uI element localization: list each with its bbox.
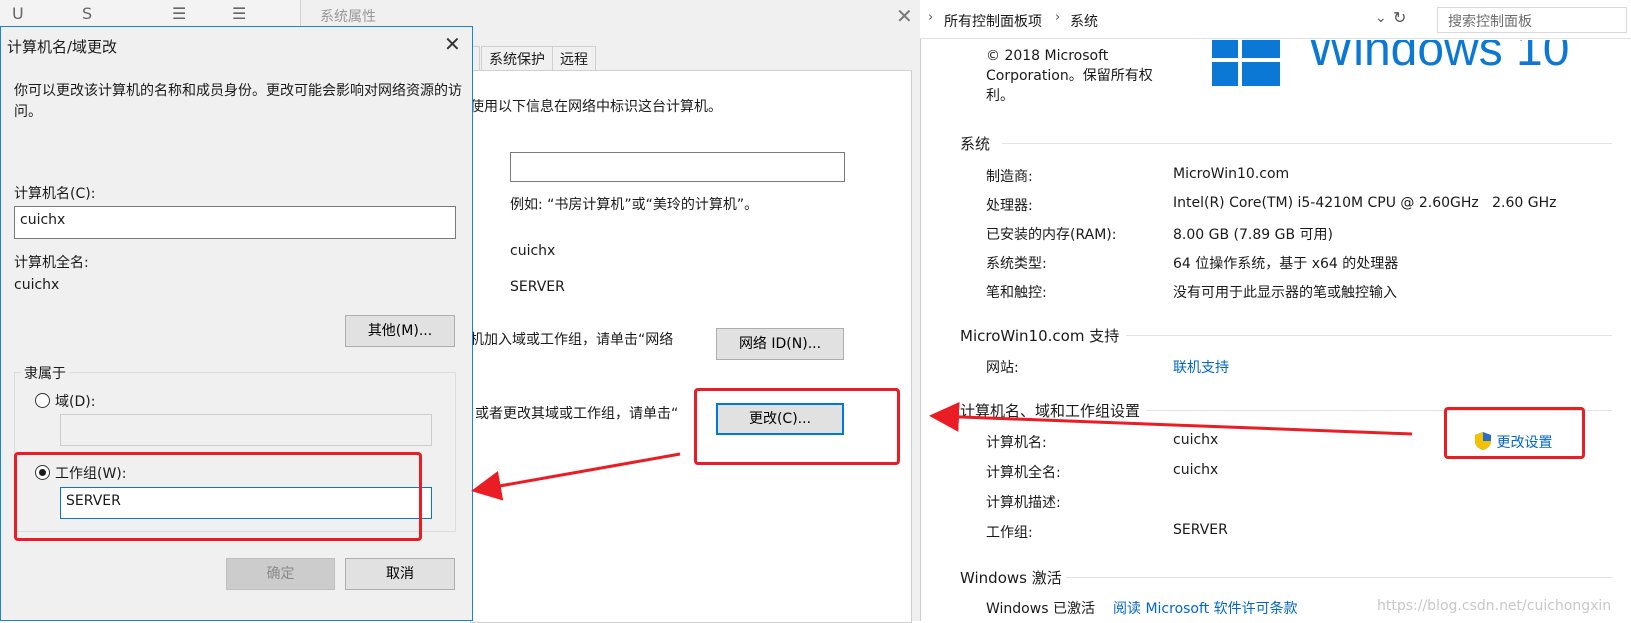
annotation-arrows bbox=[471, 401, 1413, 501]
arrow-to-change-button bbox=[929, 401, 1413, 436]
arrow-to-workgroup bbox=[471, 452, 681, 501]
